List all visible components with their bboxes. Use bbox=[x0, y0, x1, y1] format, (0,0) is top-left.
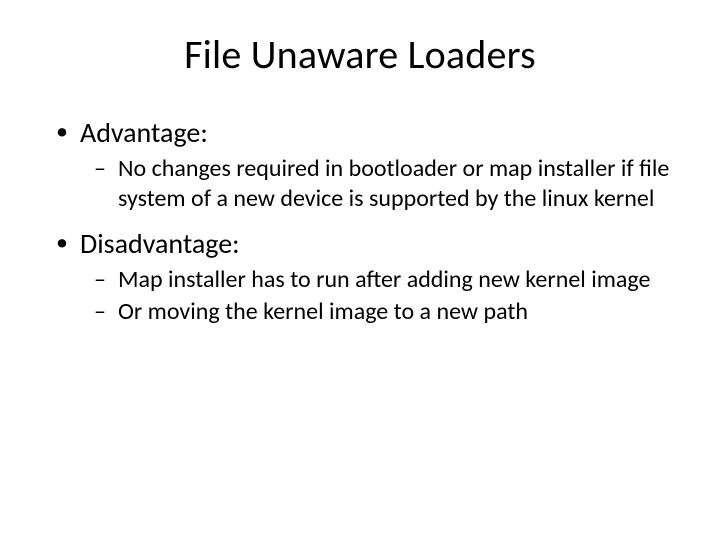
slide: File Unaware Loaders Advantage: No chang… bbox=[0, 0, 720, 540]
bullet-label: Disadvantage: bbox=[80, 226, 240, 261]
sub-bullet: Map installer has to run after adding ne… bbox=[80, 265, 670, 295]
bullet-list: Advantage: No changes required in bootlo… bbox=[50, 115, 670, 327]
bullet-advantage: Advantage: No changes required in bootlo… bbox=[50, 115, 670, 214]
bullet-disadvantage: Disadvantage: Map installer has to run a… bbox=[50, 226, 670, 327]
sub-list: Map installer has to run after adding ne… bbox=[80, 265, 670, 327]
sub-bullet: No changes required in bootloader or map… bbox=[80, 154, 670, 214]
slide-title: File Unaware Loaders bbox=[50, 30, 670, 79]
bullet-label: Advantage: bbox=[80, 115, 208, 150]
sub-list: No changes required in bootloader or map… bbox=[80, 154, 670, 214]
sub-bullet: Or moving the kernel image to a new path bbox=[80, 297, 670, 327]
